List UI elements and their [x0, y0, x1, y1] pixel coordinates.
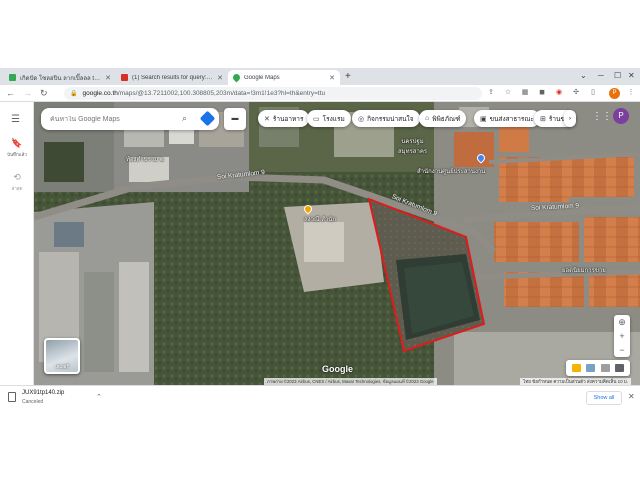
- chip-hotels[interactable]: ▭ โรงแรม: [307, 110, 351, 127]
- address-bar[interactable]: 🔒 google.co.th/maps/@13.7211002,100.3088…: [64, 87, 482, 100]
- layers-label: เลเยอร์: [55, 364, 69, 369]
- museum-icon: ⌂: [425, 115, 430, 122]
- maximize-icon[interactable]: ☐: [614, 70, 621, 82]
- map-search-box: ⌕: [41, 108, 219, 130]
- back-icon[interactable]: ←: [6, 87, 15, 99]
- camera-icon: ◎: [358, 115, 365, 123]
- extension-icon[interactable]: ◉: [554, 88, 564, 98]
- browser-window: เกิดปัด โซลฮปิน ลากเปิ๊ลลล tot tonนะ ✕ (…: [0, 0, 640, 480]
- zoom-in-button[interactable]: +: [614, 329, 630, 343]
- hotel-icon: ▭: [313, 115, 320, 123]
- rail-item-label: ล่าสุด: [11, 186, 23, 191]
- search-input[interactable]: [50, 115, 170, 123]
- chip-label: ขนส่งสาธารณะ: [489, 115, 534, 123]
- bus-icon: ▣: [480, 115, 487, 123]
- puzzle-icon[interactable]: ✣: [571, 88, 581, 98]
- download-filename: JUX91tp140.zip: [22, 390, 65, 396]
- maps-pin-icon: [231, 72, 242, 83]
- sidebar-icon[interactable]: ▯: [588, 88, 598, 98]
- downloads-bar: JUX91tp140.zip Canceled ⌃ Show all ✕: [0, 385, 640, 409]
- extension-icon[interactable]: ▦: [520, 88, 530, 98]
- profile-avatar[interactable]: P: [609, 88, 620, 99]
- chips-next-button[interactable]: ›: [564, 110, 576, 127]
- new-tab-icon[interactable]: +: [345, 71, 351, 83]
- tab-title: เกิดปัด โซลฮปิน ลากเปิ๊ลลล tot tonนะ: [20, 75, 101, 82]
- bookmark-icon: 🔖: [11, 138, 23, 148]
- pharmacy-icon: ⊞: [540, 115, 546, 123]
- menu-icon[interactable]: ☰: [11, 114, 20, 125]
- forward-icon[interactable]: →: [23, 87, 32, 99]
- download-item[interactable]: JUX91tp140.zip Canceled ⌃: [8, 389, 108, 407]
- browser-toolbar: ← → ↻ 🔒 google.co.th/maps/@13.7211002,10…: [0, 85, 640, 102]
- tab-favicon-icon: [121, 74, 128, 81]
- close-icon[interactable]: ✕: [105, 74, 111, 82]
- chevron-up-icon[interactable]: ⌃: [96, 393, 102, 401]
- satellite-imagery: [34, 102, 640, 385]
- keyboard-layer-button[interactable]: ▬: [224, 108, 246, 130]
- map-attribution: ภาพถ่าย ©2023 Airbus, CNES / Airbus, Max…: [264, 378, 437, 385]
- photo-icon[interactable]: [600, 364, 610, 372]
- maps-side-rail: ☰ 🔖 บันทึกแล้ว ⟲ ล่าสุด: [0, 102, 34, 385]
- close-icon[interactable]: ✕: [217, 74, 223, 82]
- close-window-icon[interactable]: ✕: [628, 70, 635, 82]
- share-icon[interactable]: ⇪: [486, 88, 496, 98]
- tab-1[interactable]: เกิดปัด โซลฮปิน ลากเปิ๊ลลล tot tonนะ ✕: [4, 70, 116, 85]
- directions-icon[interactable]: [199, 110, 216, 127]
- bookmark-star-icon[interactable]: ☆: [503, 88, 513, 98]
- rail-item-recent[interactable]: ⟲ ล่าสุด: [0, 172, 34, 192]
- reload-icon[interactable]: ↻: [40, 87, 48, 99]
- history-icon: ⟲: [13, 172, 21, 182]
- poi-label[interactable]: ลงวณี สำนัก: [304, 214, 336, 224]
- tab-strip: เกิดปัด โซลฮปิน ลากเปิ๊ลลล tot tonนะ ✕ (…: [0, 68, 640, 85]
- chip-label: โรงแรม: [322, 115, 345, 123]
- tab-favicon-icon: [9, 74, 16, 81]
- account-avatar[interactable]: P: [613, 108, 629, 124]
- poi-label[interactable]: ยอดนิยมการขาย: [562, 265, 606, 275]
- chip-things-to-do[interactable]: ◎ กิจกรรมน่าสนใจ: [352, 110, 420, 127]
- zoom-out-button[interactable]: −: [614, 343, 630, 357]
- chevron-down-icon[interactable]: ⌄: [580, 70, 587, 82]
- more-vert-icon[interactable]: ⋮: [626, 88, 636, 98]
- locate-icon[interactable]: ⊕: [614, 315, 630, 329]
- globe-icon[interactable]: [586, 364, 596, 372]
- chip-transit[interactable]: ▣ ขนส่งสาธารณะ: [474, 110, 540, 127]
- chip-label: ร้านอาหาร: [272, 115, 304, 123]
- chevron-right-icon: ›: [568, 115, 572, 122]
- expand-icon[interactable]: [615, 364, 625, 372]
- close-icon[interactable]: ✕: [628, 392, 635, 401]
- satellite-map[interactable]: Soi Kratumlom 9 Soi Kratumlom 9 Soi Krat…: [34, 102, 640, 385]
- tab-2[interactable]: (1) Search results for query: blac ✕: [116, 70, 228, 85]
- map-view-switcher: [566, 360, 630, 376]
- layers-toggle[interactable]: เลเยอร์: [44, 338, 80, 374]
- download-status: Canceled: [22, 399, 44, 405]
- google-logo: Google: [322, 364, 353, 374]
- pegman-icon[interactable]: [571, 364, 581, 372]
- search-icon[interactable]: ⌕: [182, 113, 187, 124]
- show-all-button[interactable]: Show all: [586, 391, 622, 405]
- tab-title: Google Maps: [244, 74, 280, 81]
- url-text: google.co.th/maps/@13.7211002,100.308805…: [82, 90, 326, 97]
- chip-restaurants[interactable]: ✕ ร้านอาหาร: [258, 110, 310, 127]
- chip-label: พิพิธภัณฑ์: [432, 115, 461, 123]
- lock-icon: 🔒: [70, 91, 78, 97]
- file-icon: [8, 392, 16, 402]
- apps-grid-icon[interactable]: ⋮⋮: [592, 111, 612, 122]
- poi-label[interactable]: สำนักงานศูนย์ประสานงาน: [417, 166, 485, 176]
- restaurant-icon: ✕: [264, 115, 270, 123]
- close-icon[interactable]: ✕: [329, 74, 335, 82]
- chip-label: กิจกรรมน่าสนใจ: [367, 115, 414, 123]
- tab-title: (1) Search results for query: blac: [132, 74, 214, 81]
- chip-label: ร้านข: [548, 115, 565, 123]
- poi-label[interactable]: ท้องตำบรวม ๒: [126, 154, 164, 164]
- minimize-icon[interactable]: ─: [598, 70, 604, 82]
- zoom-controls: ⊕ + −: [614, 315, 630, 357]
- chip-museums[interactable]: ⌂ พิพิธภัณฑ์: [419, 110, 467, 127]
- extension-icon[interactable]: ◼: [537, 88, 547, 98]
- poi-label[interactable]: นครปฐม สมุทรสาคร: [398, 136, 427, 156]
- map-footer-links[interactable]: ไทย ข้อกำหนด ความเป็นส่วนตัว ส่งความคิดเ…: [520, 378, 632, 385]
- tab-3-active[interactable]: Google Maps ✕: [228, 70, 340, 85]
- rail-item-saved[interactable]: 🔖 บันทึกแล้ว: [0, 138, 34, 158]
- rail-item-label: บันทึกแล้ว: [7, 152, 27, 157]
